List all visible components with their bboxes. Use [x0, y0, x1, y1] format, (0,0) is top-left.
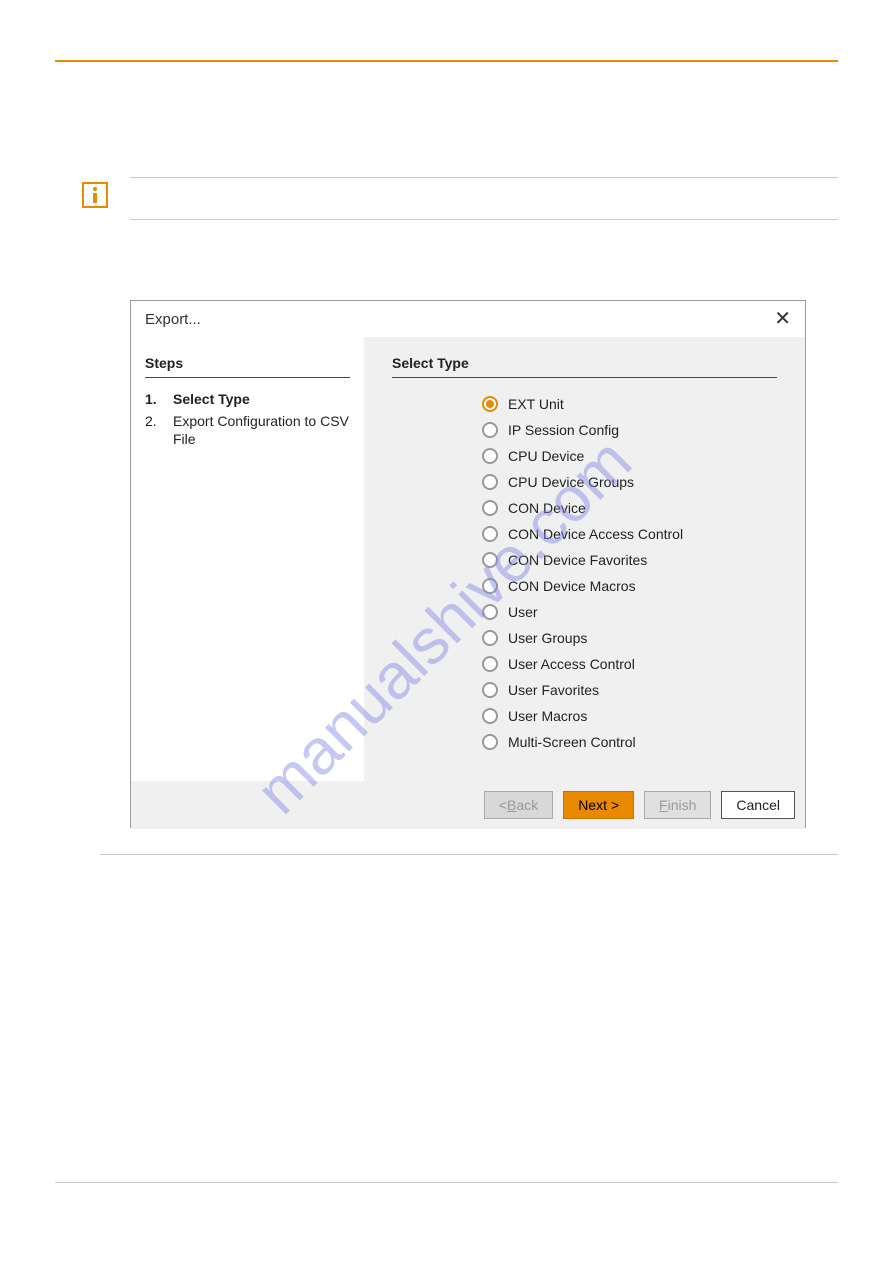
gray-rule-1 — [130, 177, 838, 178]
steps-header: Steps — [145, 355, 350, 378]
radio-user-access-control[interactable]: User Access Control — [482, 656, 777, 672]
radio-con-device[interactable]: CON Device — [482, 500, 777, 516]
radio-cpu-device-groups[interactable]: CPU Device Groups — [482, 474, 777, 490]
next-button[interactable]: Next > — [563, 791, 634, 819]
radio-icon — [482, 526, 498, 542]
info-icon — [82, 182, 108, 208]
radio-con-device-favorites[interactable]: CON Device Favorites — [482, 552, 777, 568]
radio-label: CON Device Macros — [508, 578, 636, 594]
radio-label: User Favorites — [508, 682, 599, 698]
radio-label: EXT Unit — [508, 396, 564, 412]
radio-list: EXT Unit IP Session Config CPU Device CP… — [392, 396, 777, 750]
radio-icon — [482, 500, 498, 516]
radio-label: User Access Control — [508, 656, 635, 672]
next-label: Next > — [578, 797, 619, 813]
radio-label: CON Device — [508, 500, 586, 516]
radio-icon — [482, 656, 498, 672]
radio-label: CPU Device — [508, 448, 584, 464]
dialog-footer: < Back Next > Finish Cancel — [131, 781, 805, 829]
radio-label: IP Session Config — [508, 422, 619, 438]
radio-user-groups[interactable]: User Groups — [482, 630, 777, 646]
radio-icon — [482, 474, 498, 490]
radio-cpu-device[interactable]: CPU Device — [482, 448, 777, 464]
steps-list: 1. Select Type 2. Export Configuration t… — [145, 390, 350, 449]
back-prefix: < — [499, 797, 507, 813]
gray-rule-2 — [130, 219, 838, 220]
radio-icon — [482, 396, 498, 412]
radio-label: CON Device Favorites — [508, 552, 647, 568]
radio-label: Multi-Screen Control — [508, 734, 636, 750]
radio-icon — [482, 682, 498, 698]
select-type-header: Select Type — [392, 355, 777, 378]
radio-icon — [482, 552, 498, 568]
radio-icon — [482, 708, 498, 724]
radio-ip-session-config[interactable]: IP Session Config — [482, 422, 777, 438]
radio-user-favorites[interactable]: User Favorites — [482, 682, 777, 698]
step-label: Select Type — [173, 390, 250, 408]
gray-rule-3 — [100, 854, 838, 855]
radio-icon — [482, 422, 498, 438]
radio-ext-unit[interactable]: EXT Unit — [482, 396, 777, 412]
top-rule — [55, 60, 838, 62]
radio-user[interactable]: User — [482, 604, 777, 620]
radio-icon — [482, 630, 498, 646]
steps-panel: Steps 1. Select Type 2. Export Configura… — [131, 337, 364, 781]
step-label: Export Configuration to CSV File — [173, 412, 350, 448]
step-num: 1. — [145, 390, 173, 408]
cancel-label: Cancel — [736, 797, 780, 813]
finish-underline: F — [659, 797, 668, 813]
radio-icon — [482, 448, 498, 464]
step-item: 1. Select Type — [145, 390, 350, 408]
radio-icon — [482, 578, 498, 594]
radio-label: User Groups — [508, 630, 587, 646]
close-icon[interactable]: ✕ — [774, 309, 791, 329]
radio-label: User — [508, 604, 538, 620]
radio-label: User Macros — [508, 708, 587, 724]
back-underline: B — [507, 797, 516, 813]
step-num: 2. — [145, 412, 173, 448]
finish-button[interactable]: Finish — [644, 791, 711, 819]
gray-rule-4 — [55, 1182, 838, 1183]
radio-icon — [482, 604, 498, 620]
radio-label: CON Device Access Control — [508, 526, 683, 542]
radio-multi-screen-control[interactable]: Multi-Screen Control — [482, 734, 777, 750]
step-item: 2. Export Configuration to CSV File — [145, 412, 350, 448]
radio-label: CPU Device Groups — [508, 474, 634, 490]
select-type-panel: Select Type EXT Unit IP Session Config C… — [364, 337, 805, 781]
back-button[interactable]: < Back — [484, 791, 553, 819]
radio-user-macros[interactable]: User Macros — [482, 708, 777, 724]
export-dialog: Export... ✕ Steps 1. Select Type 2. Expo… — [130, 300, 806, 828]
dialog-title: Export... — [145, 311, 201, 328]
finish-rest: inish — [668, 797, 697, 813]
radio-icon — [482, 734, 498, 750]
back-rest: ack — [516, 797, 538, 813]
dialog-titlebar: Export... ✕ — [131, 301, 805, 337]
radio-con-device-macros[interactable]: CON Device Macros — [482, 578, 777, 594]
cancel-button[interactable]: Cancel — [721, 791, 795, 819]
dialog-body: Steps 1. Select Type 2. Export Configura… — [131, 337, 805, 781]
radio-con-device-access-control[interactable]: CON Device Access Control — [482, 526, 777, 542]
